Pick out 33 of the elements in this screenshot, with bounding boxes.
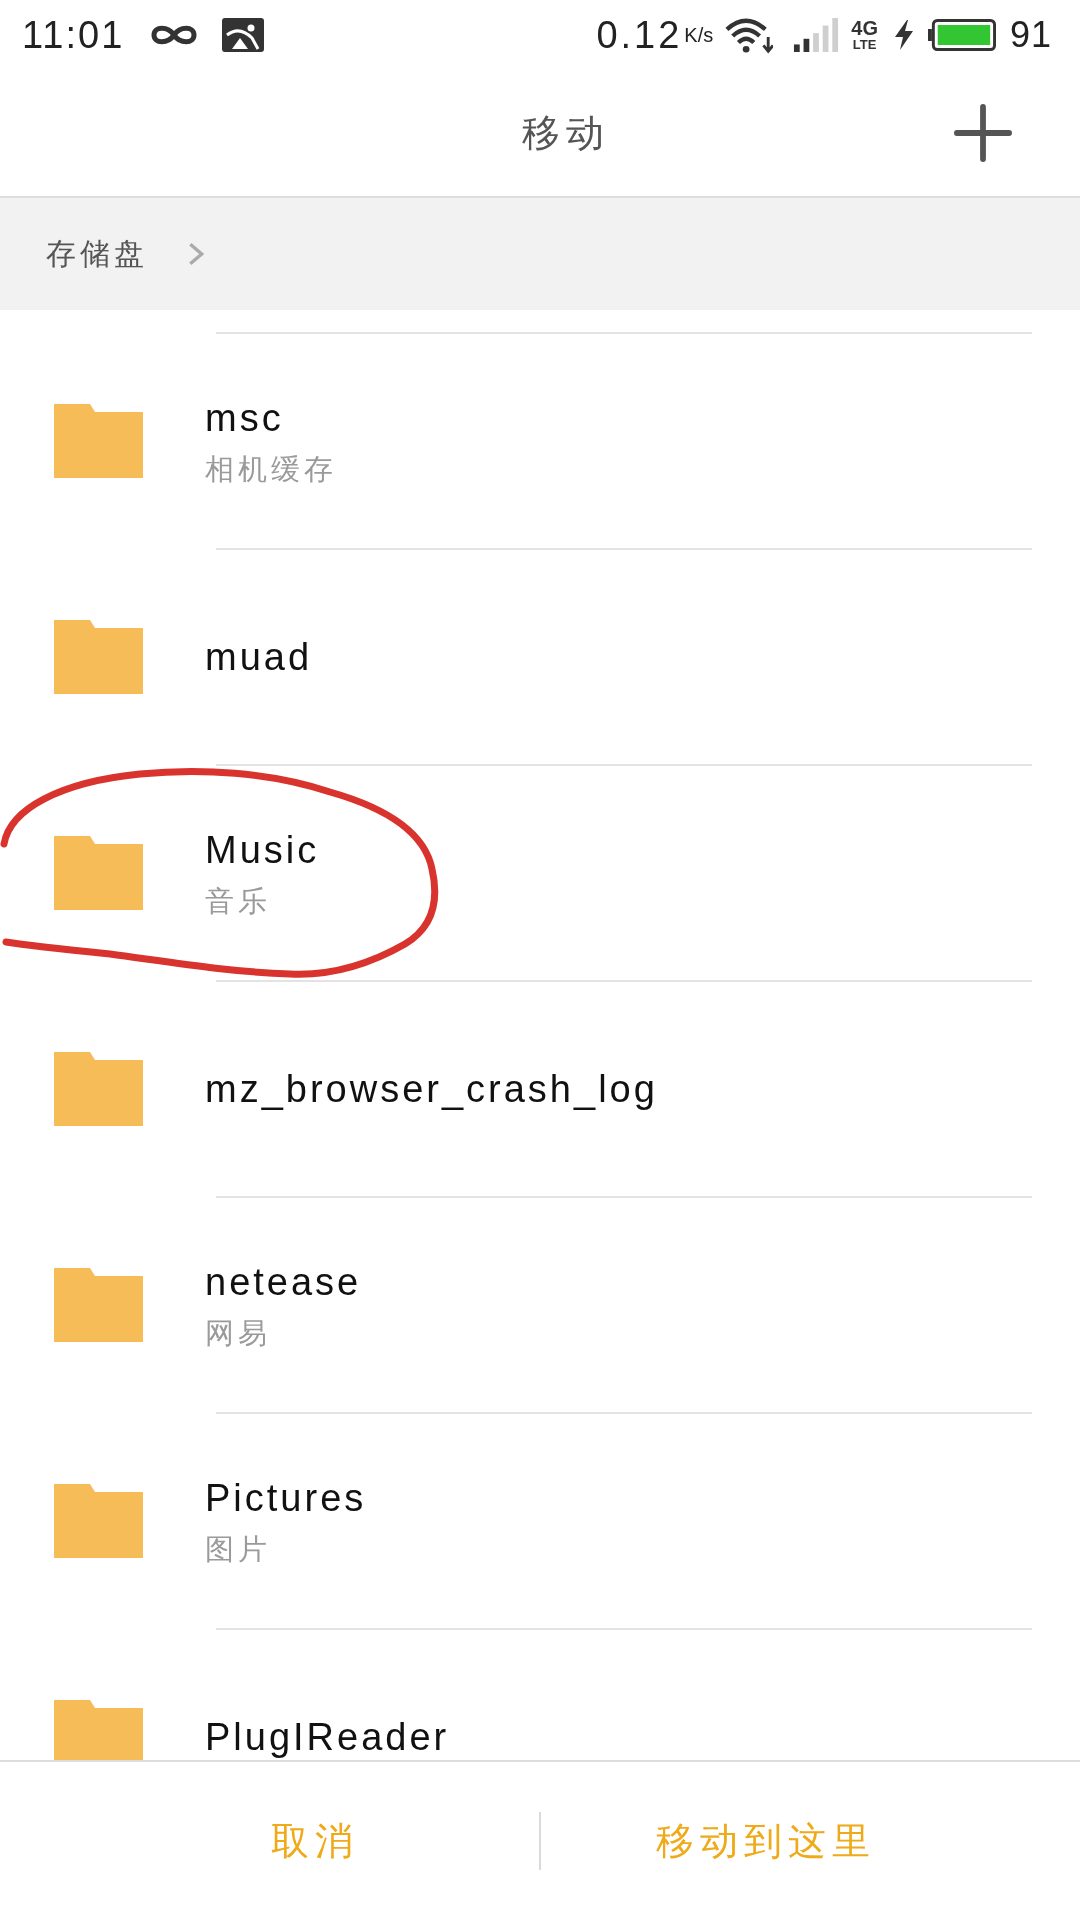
folder-subtitle: 图片 — [205, 1531, 271, 1567]
folder-name[interactable]: msc — [205, 393, 284, 442]
breadcrumb-item[interactable]: 存储盘 — [46, 234, 148, 274]
folder-icon — [54, 404, 143, 478]
folder-name[interactable]: PlugIReader — [205, 1713, 450, 1760]
folder-subtitle: 音乐 — [205, 883, 271, 919]
folder-name[interactable]: Music — [205, 825, 320, 874]
infinity-icon — [150, 23, 199, 47]
folder-name[interactable]: Pictures — [205, 1473, 367, 1522]
image-icon — [222, 18, 265, 52]
signal-icon — [793, 18, 840, 52]
wifi-icon — [725, 16, 774, 54]
folder-icon — [54, 620, 143, 694]
folder-icon — [54, 1052, 143, 1126]
folder-subtitle: 网易 — [205, 1315, 271, 1351]
network-speed: 0.12 — [596, 13, 683, 57]
folder-icon — [54, 836, 143, 910]
network-type: 4G — [851, 18, 878, 38]
folder-name[interactable]: mz_browser_crash_log — [205, 1065, 658, 1113]
folder-name[interactable]: muad — [205, 633, 313, 681]
battery-icon — [927, 19, 996, 51]
chevron-right-icon — [188, 242, 204, 266]
folder-icon — [54, 1268, 143, 1342]
battery-percent: 91 — [1009, 13, 1052, 57]
plus-icon[interactable] — [954, 104, 1012, 162]
clock-time: 11:01 — [22, 13, 125, 57]
folder-subtitle: 相机缓存 — [205, 451, 337, 487]
network-subtype: LTE — [852, 38, 877, 52]
screen-title: 移动 — [522, 111, 610, 156]
lightning-icon — [893, 20, 914, 50]
speed-unit: K/s — [684, 23, 714, 47]
folder-name[interactable]: netease — [205, 1257, 362, 1306]
folder-icon — [54, 1484, 143, 1558]
